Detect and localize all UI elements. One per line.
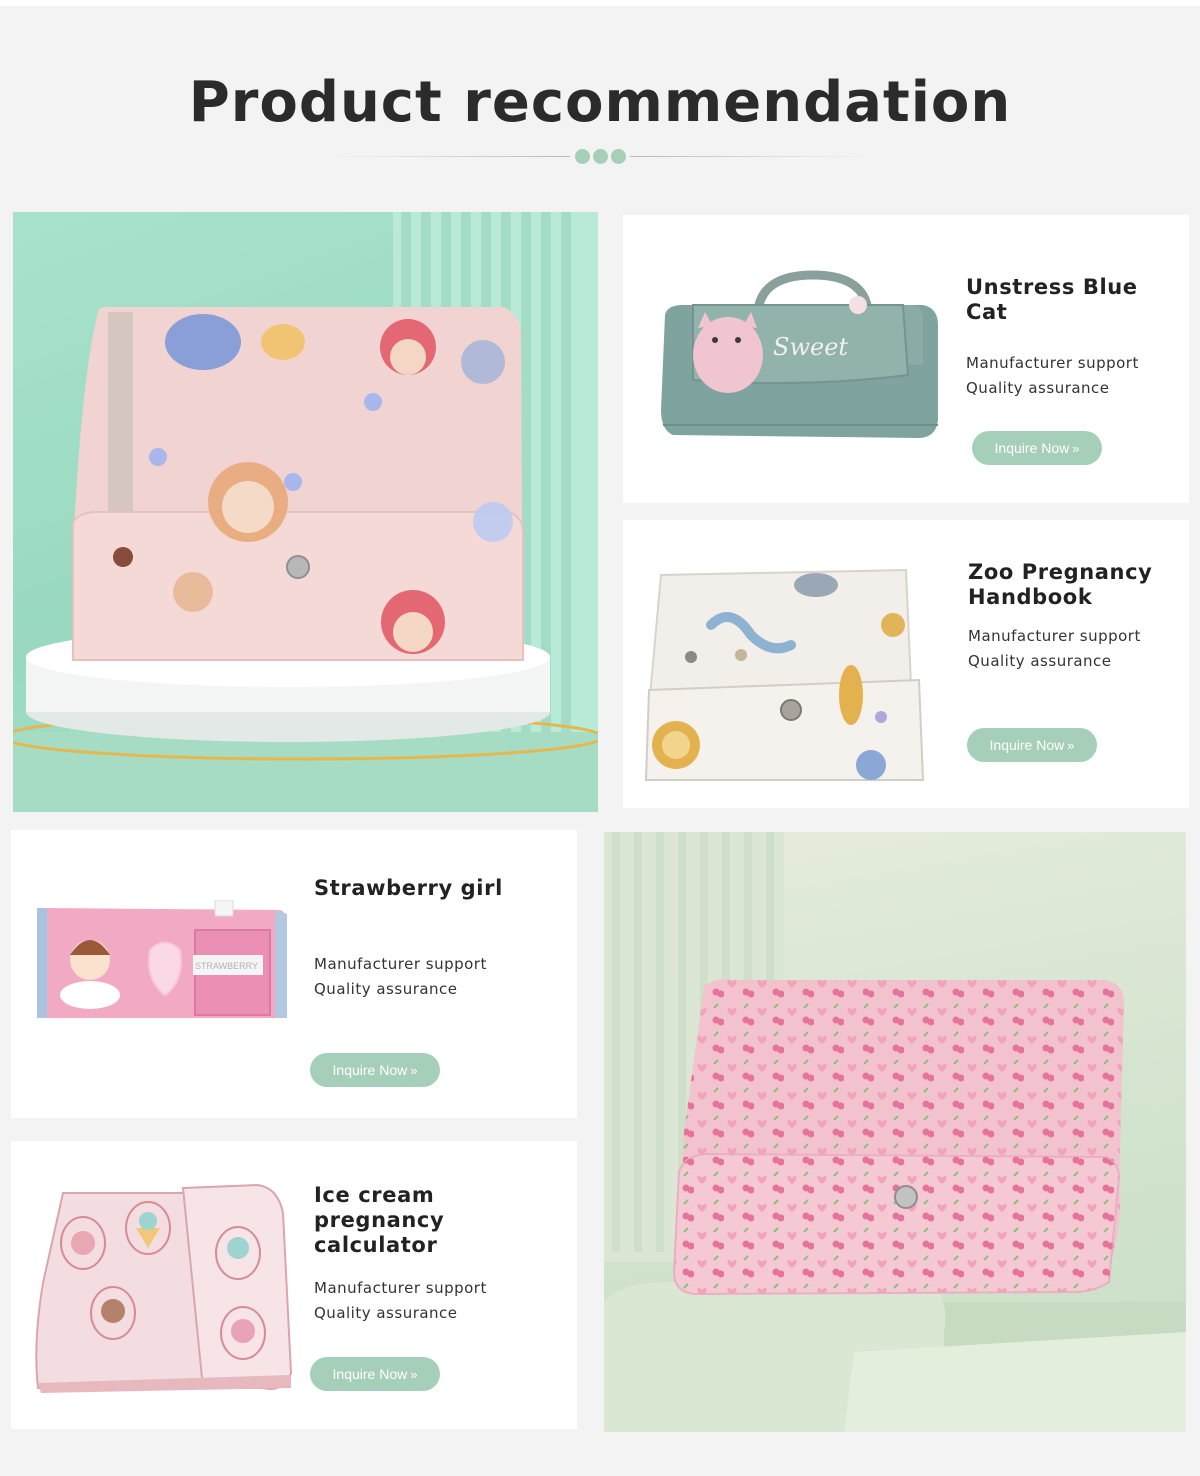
product-thumb-ice-cream-calculator[interactable] [33,1183,295,1393]
divider-dot [593,149,608,164]
product-photo-floral-pouch[interactable] [13,212,598,812]
divider-dot [611,149,626,164]
feature-quality-assurance: Quality assurance [968,652,1112,670]
product-name[interactable]: Ice cream pregnancy calculator [314,1183,572,1258]
top-strip [0,0,1200,6]
product-name[interactable]: Strawberry girl [314,876,569,901]
product-info: Strawberry girl Manufacturer support Qua… [314,876,569,1002]
product-card-ice-cream-pregnancy-calculator[interactable]: Ice cream pregnancy calculator Manufactu… [11,1141,577,1429]
inquire-now-button[interactable]: Inquire Now» [310,1357,440,1391]
product-thumb-zoo-handbook[interactable] [641,565,926,785]
button-label: Inquire Now [332,1062,408,1078]
inquire-now-button[interactable]: Inquire Now» [967,728,1097,762]
product-card-unstress-blue-cat[interactable]: Sweet Unstress Blue Cat Manufacturer sup… [623,215,1189,503]
inquire-now-button[interactable]: Inquire Now» [310,1053,440,1087]
ice-cream-calculator-illustration [35,1183,293,1393]
double-chevron-right-icon: » [410,1063,418,1078]
product-card-strawberry-girl[interactable]: STRAWBERRY Strawberry girl Manufacturer … [11,830,577,1118]
feature-quality-assurance: Quality assurance [966,379,1110,397]
title-divider [330,148,870,164]
divider-dot [575,149,590,164]
thumb-text-strawberry: STRAWBERRY [195,961,258,971]
product-info: Unstress Blue Cat Manufacturer support Q… [966,275,1181,401]
product-name[interactable]: Zoo Pregnancy Handbook [968,560,1183,610]
feature-manufacturer-support: Manufacturer support [314,955,487,973]
product-thumb-strawberry-bag[interactable]: STRAWBERRY [35,900,290,1030]
feature-quality-assurance: Quality assurance [314,980,458,998]
product-card-zoo-pregnancy-handbook[interactable]: Zoo Pregnancy Handbook Manufacturer supp… [623,520,1189,808]
cherry-pouch-illustration [604,832,1186,1432]
page-title: Product recommendation [188,70,1012,135]
product-info: Zoo Pregnancy Handbook Manufacturer supp… [968,560,1183,674]
thumb-text-sweet: Sweet [773,333,848,361]
feature-quality-assurance: Quality assurance [314,1304,458,1322]
zoo-handbook-illustration [644,568,925,781]
divider-line-right [630,156,870,157]
strawberry-bag-illustration: STRAWBERRY [37,900,287,1018]
floral-pouch-illustration [13,212,598,812]
button-label: Inquire Now [332,1366,408,1382]
double-chevron-right-icon: » [1072,441,1080,456]
double-chevron-right-icon: » [1067,738,1075,753]
product-name[interactable]: Unstress Blue Cat [966,275,1181,325]
product-info: Ice cream pregnancy calculator Manufactu… [314,1183,572,1326]
feature-manufacturer-support: Manufacturer support [314,1279,487,1297]
feature-manufacturer-support: Manufacturer support [968,627,1141,645]
product-thumb-blue-cat-bag[interactable]: Sweet [653,270,943,450]
button-label: Inquire Now [994,440,1070,456]
divider-line-left [330,156,570,157]
inquire-now-button[interactable]: Inquire Now» [972,431,1102,465]
feature-manufacturer-support: Manufacturer support [966,354,1139,372]
button-label: Inquire Now [989,737,1065,753]
blue-cat-bag-illustration: Sweet [661,270,938,438]
double-chevron-right-icon: » [410,1367,418,1382]
product-photo-cherry-pouch[interactable] [604,832,1186,1432]
